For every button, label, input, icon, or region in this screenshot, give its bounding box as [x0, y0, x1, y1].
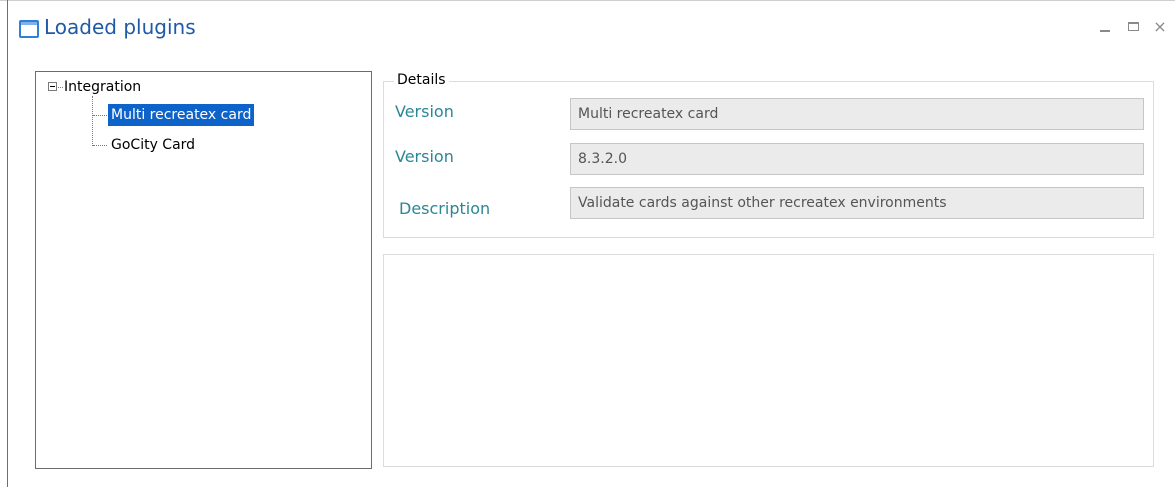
window-title: Loaded plugins [44, 15, 196, 39]
loaded-plugins-window: Loaded plugins × Integration Multi recre… [0, 0, 1175, 487]
details-group-title: Details [394, 72, 449, 89]
plugin-content-panel [383, 254, 1154, 467]
plugin-name-label: Version [395, 102, 454, 121]
title-bar[interactable]: Loaded plugins × [8, 1, 1175, 53]
tree-node-multi-recreatex-card[interactable]: Multi recreatex card [108, 104, 255, 126]
close-button[interactable]: × [1151, 16, 1169, 38]
maximize-icon [1127, 22, 1139, 31]
tree-node-gocity-card[interactable]: GoCity Card [111, 134, 195, 156]
description-label: Description [399, 199, 491, 218]
version-field[interactable]: 8.3.2.0 [570, 143, 1144, 175]
description-field[interactable]: Validate cards against other recreatex e… [570, 187, 1144, 219]
plugin-name-field[interactable]: Multi recreatex card [570, 98, 1144, 130]
minimize-button[interactable] [1096, 16, 1114, 38]
plugin-tree[interactable]: Integration Multi recreatex card GoCity … [35, 71, 372, 469]
maximize-button[interactable] [1124, 16, 1142, 38]
window-left-border [7, 0, 8, 487]
tree-connector [92, 96, 93, 146]
tree-connector [93, 145, 107, 146]
window-icon [19, 20, 39, 38]
tree-connector [58, 87, 63, 88]
version-label: Version [395, 147, 454, 166]
minimize-icon [1100, 30, 1110, 32]
tree-node-label: Integration [64, 79, 142, 95]
tree-connector [93, 115, 107, 116]
collapse-icon[interactable] [48, 82, 57, 91]
